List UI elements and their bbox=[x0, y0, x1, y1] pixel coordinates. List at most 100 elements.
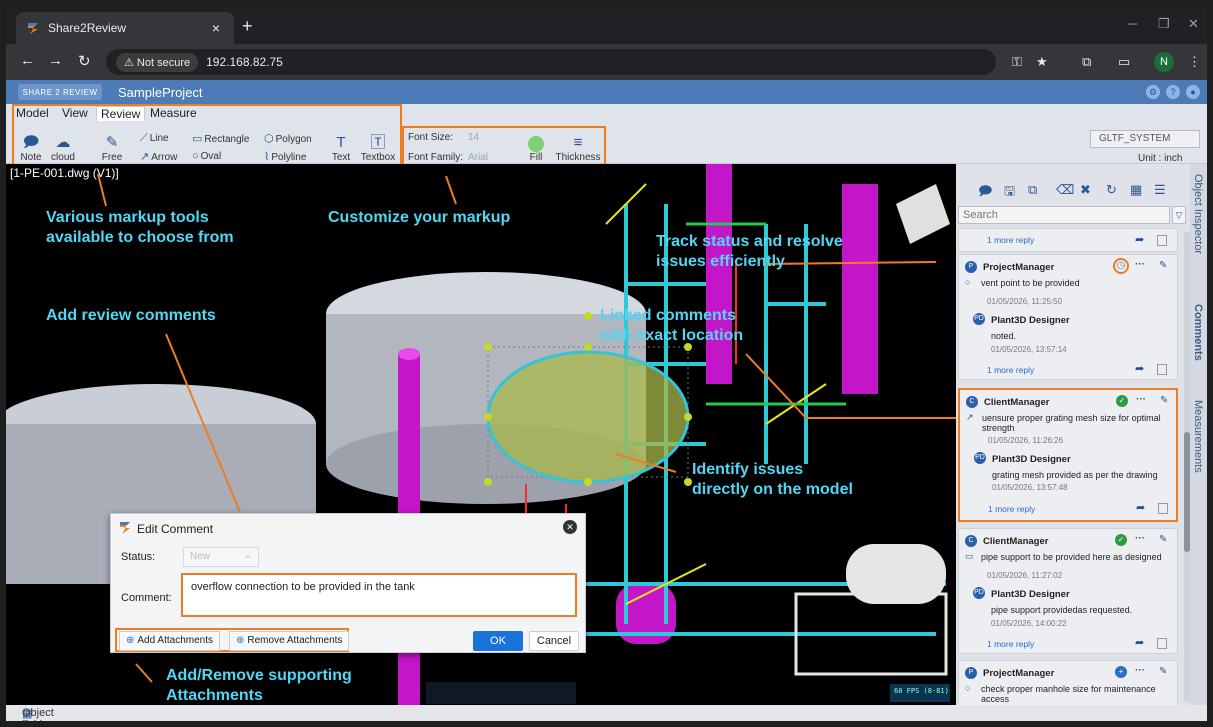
reply-user: Plant3D Designer bbox=[992, 454, 1071, 465]
reload-icon[interactable]: ↻ bbox=[78, 52, 91, 70]
reply-icon[interactable]: ➦ bbox=[1135, 362, 1144, 375]
comment-card[interactable]: C ClientManager ✓ ··· ✎ ▭ pipe support t… bbox=[958, 528, 1178, 654]
add-status-icon[interactable]: + bbox=[1115, 666, 1127, 678]
ellipse-markup-icon: ○ bbox=[965, 683, 971, 693]
comment-card[interactable]: 1 more reply ➦ bbox=[958, 228, 1178, 252]
browser-menu-icon[interactable]: ⋮ bbox=[1188, 54, 1201, 70]
edit-icon[interactable]: ✎ bbox=[1160, 395, 1168, 406]
add-attachments-label: Add Attachments bbox=[137, 635, 213, 646]
cancel-button[interactable]: Cancel bbox=[529, 631, 579, 651]
url-field[interactable]: ⚠ Not secure 192.168.82.75 bbox=[106, 49, 996, 75]
more-options-icon[interactable]: ··· bbox=[1135, 665, 1145, 676]
forward-icon[interactable]: → bbox=[48, 52, 63, 69]
more-reply-link[interactable]: 1 more reply bbox=[987, 365, 1034, 375]
comment-time: 01/05/2026, 11:26:26 bbox=[988, 436, 1064, 445]
tab-close-icon[interactable]: × bbox=[212, 20, 220, 36]
reply-user: Plant3D Designer bbox=[991, 589, 1070, 600]
edit-icon[interactable]: ✎ bbox=[1159, 260, 1167, 271]
resolved-check-icon[interactable]: ✓ bbox=[1115, 534, 1127, 546]
comment-card[interactable]: P ProjectManager ◷ ··· ✎ ○ vent point to… bbox=[958, 254, 1178, 380]
cast-icon[interactable]: ▭ bbox=[1118, 54, 1130, 70]
avatar: PD bbox=[974, 452, 986, 464]
system-select[interactable]: GLTF_SYSTEM bbox=[1090, 130, 1200, 148]
reply-time: 01/05/2026, 13:57:48 bbox=[992, 483, 1068, 492]
remove-attachments-button[interactable]: ⊕ Remove Attachments bbox=[229, 631, 350, 651]
browser-tab-bar: Share2Review × + ─ ❐ ✕ bbox=[6, 6, 1207, 44]
extensions-icon[interactable]: ⧉ bbox=[1082, 54, 1091, 70]
not-secure-badge[interactable]: ⚠ Not secure bbox=[116, 52, 199, 72]
add-comment-icon[interactable]: 🗩 bbox=[978, 182, 992, 204]
app-logo: SHARE 2 REVIEW bbox=[18, 84, 102, 100]
user-icon[interactable]: ● bbox=[1186, 85, 1200, 99]
tab-object-inspector[interactable]: Object Inspector bbox=[1192, 174, 1204, 254]
save-all-icon[interactable]: ⧉ bbox=[1028, 182, 1037, 198]
restore-icon[interactable]: ❐ bbox=[1158, 16, 1170, 32]
filter-icon[interactable]: ▽ bbox=[1172, 206, 1186, 224]
delete-icon[interactable]: ⌫ bbox=[1056, 182, 1074, 198]
new-tab-button[interactable]: + bbox=[242, 16, 253, 37]
password-key-icon[interactable]: ⚿ bbox=[1012, 54, 1022, 70]
reply-icon[interactable]: ➦ bbox=[1136, 501, 1145, 514]
minimize-icon[interactable]: ─ bbox=[1128, 16, 1137, 31]
bookmark-star-icon[interactable]: ★ bbox=[1036, 54, 1048, 70]
comment-time: 01/05/2026, 11:25:50 bbox=[987, 297, 1063, 306]
reply-icon[interactable]: ➦ bbox=[1135, 636, 1144, 649]
file-label: [1-PE-001.dwg (V1)] bbox=[10, 166, 119, 180]
more-reply-link[interactable]: 1 more reply bbox=[987, 235, 1034, 245]
attach-icon: ⊕ bbox=[126, 635, 135, 646]
comment-text: vent point to be provided bbox=[981, 278, 1080, 288]
more-options-icon[interactable]: ··· bbox=[1136, 394, 1146, 405]
comment-textarea[interactable]: overflow connection to be provided in th… bbox=[181, 573, 577, 617]
more-options-icon[interactable]: ··· bbox=[1135, 533, 1145, 544]
profile-avatar[interactable]: N bbox=[1154, 52, 1174, 72]
save-icon[interactable]: 🖫 bbox=[1004, 182, 1015, 204]
comment-text-cont: strength bbox=[982, 423, 1015, 433]
refresh-icon[interactable]: ↻ bbox=[1106, 182, 1117, 198]
save-icon[interactable] bbox=[1158, 503, 1168, 514]
comment-card[interactable]: C ClientManager ✓ ··· ✎ ↗ uensure proper… bbox=[958, 388, 1178, 522]
reply-icon[interactable]: ➦ bbox=[1135, 233, 1144, 246]
status-select[interactable]: New ⌄ bbox=[183, 547, 259, 567]
comment-list: 1 more reply ➦ P ProjectManager ◷ ··· ✎ … bbox=[958, 228, 1178, 705]
help-icon[interactable]: ? bbox=[1166, 85, 1180, 99]
share2review-logo-icon bbox=[28, 23, 38, 34]
dialog-close-icon[interactable]: ✕ bbox=[563, 520, 577, 534]
chevron-down-icon: ⌄ bbox=[243, 550, 252, 561]
save-icon[interactable] bbox=[1157, 638, 1167, 649]
reply-text: noted. bbox=[991, 331, 1017, 341]
edit-icon[interactable]: ✎ bbox=[1159, 534, 1167, 545]
dialog-title: Edit Comment bbox=[137, 522, 214, 536]
close-window-icon[interactable]: ✕ bbox=[1188, 16, 1199, 32]
settings-icon[interactable]: ⚙ bbox=[1146, 85, 1160, 99]
save-icon[interactable] bbox=[1157, 364, 1167, 375]
edit-icon[interactable]: ✎ bbox=[1159, 666, 1167, 677]
add-attachments-button[interactable]: ⊕ Add Attachments bbox=[119, 631, 220, 651]
more-options-icon[interactable]: ··· bbox=[1135, 259, 1145, 270]
resolved-check-icon[interactable]: ✓ bbox=[1116, 395, 1128, 407]
customize-highlight bbox=[402, 126, 606, 166]
more-reply-link[interactable]: 1 more reply bbox=[987, 639, 1034, 649]
markup-tools-highlight bbox=[12, 104, 402, 166]
tab-comments[interactable]: Comments bbox=[1192, 304, 1204, 361]
list-icon[interactable]: ☰ bbox=[1154, 182, 1166, 198]
annotation-customize: Customize your markup bbox=[328, 209, 511, 226]
unit-label: Unit : inch bbox=[1138, 153, 1183, 164]
save-icon[interactable] bbox=[1157, 235, 1167, 246]
tab-measurements[interactable]: Measurements bbox=[1192, 400, 1204, 473]
more-reply-link[interactable]: 1 more reply bbox=[988, 504, 1035, 514]
screenshot-frame: Share2Review × + ─ ❐ ✕ ← → ↻ ⚠ Not secur… bbox=[6, 6, 1207, 721]
ok-button[interactable]: OK bbox=[473, 631, 523, 651]
comment-text: pipe support to be provided here as desi… bbox=[981, 552, 1162, 562]
comment-user: ProjectManager bbox=[983, 262, 1055, 273]
comment-card[interactable]: P ProjectManager + ··· ✎ ○ check proper … bbox=[958, 660, 1178, 705]
annotation-add-comments: Add review comments bbox=[46, 307, 216, 324]
excel-export-icon[interactable]: ▦ bbox=[1130, 182, 1142, 198]
comment-search-input[interactable]: Search bbox=[958, 206, 1170, 224]
clock-status-icon[interactable]: ◷ bbox=[1113, 258, 1129, 274]
delete-all-icon[interactable]: ✖ bbox=[1080, 182, 1091, 198]
back-icon[interactable]: ← bbox=[20, 52, 35, 69]
reply-text: grating mesh provided as per the drawing bbox=[992, 470, 1158, 480]
comment-user: ClientManager bbox=[984, 397, 1050, 408]
status-value: New bbox=[190, 551, 211, 562]
browser-tab[interactable]: Share2Review × bbox=[16, 12, 234, 44]
